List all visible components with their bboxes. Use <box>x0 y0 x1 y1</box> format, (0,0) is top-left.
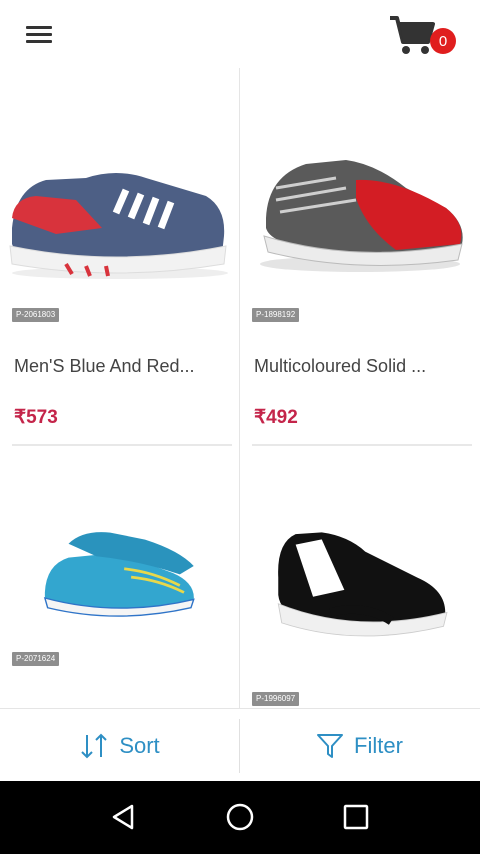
funnel-icon <box>316 732 344 760</box>
product-card-2[interactable]: P-1898192 Multicoloured Solid ... ₹492 <box>246 68 474 448</box>
nav-recents-button[interactable] <box>334 797 378 837</box>
nav-back-button[interactable] <box>102 797 146 837</box>
product-card-1[interactable]: P-2061803 Men'S Blue And Red... ₹573 <box>6 68 234 448</box>
hamburger-menu-button[interactable] <box>22 22 58 48</box>
product-image-4 <box>277 532 448 637</box>
product-id-tag: P-2071624 <box>12 652 60 666</box>
product-image-1 <box>9 173 228 279</box>
sort-arrows-icon <box>79 731 109 761</box>
sort-filter-bar: Sort Filter <box>0 708 480 782</box>
grid-divider <box>239 68 240 708</box>
menu-icon-bar <box>26 33 52 36</box>
shopping-cart-icon <box>390 16 435 54</box>
card-separator <box>12 444 232 446</box>
sort-button[interactable]: Sort <box>0 709 239 782</box>
product-image-2 <box>246 68 474 288</box>
app-header: 0 <box>0 0 480 68</box>
back-triangle-icon <box>112 804 134 830</box>
filter-button[interactable]: Filter <box>240 709 479 782</box>
sort-label: Sort <box>119 732 160 758</box>
recents-square-icon <box>343 804 369 830</box>
product-image-3 <box>43 532 195 617</box>
filter-label: Filter <box>354 732 403 758</box>
product-id-tag: P-1996097 <box>252 692 300 706</box>
product-id-tag: P-1898192 <box>252 308 300 322</box>
home-circle-icon <box>226 803 254 831</box>
card-separator <box>252 444 472 446</box>
product-grid: P-2061803 Men'S Blue And Red... ₹573 P-1… <box>0 68 480 708</box>
product-card-3[interactable]: P-2071624 <box>6 452 234 708</box>
product-id-tag: P-2061803 <box>12 308 60 322</box>
menu-icon-bar <box>26 40 52 43</box>
product-name: Multicoloured Solid ... <box>254 356 427 376</box>
product-name: Men'S Blue And Red... <box>14 356 195 376</box>
system-navigation-bar <box>0 781 480 854</box>
cart-count-badge: 0 <box>430 28 456 54</box>
hamburger-menu-icon <box>26 26 52 29</box>
nav-home-button[interactable] <box>218 797 262 837</box>
product-price: ₹573 <box>14 407 58 428</box>
product-price: ₹492 <box>254 407 298 428</box>
cart-button[interactable]: 0 <box>388 12 460 62</box>
product-card-4[interactable]: P-1996097 <box>246 452 474 708</box>
